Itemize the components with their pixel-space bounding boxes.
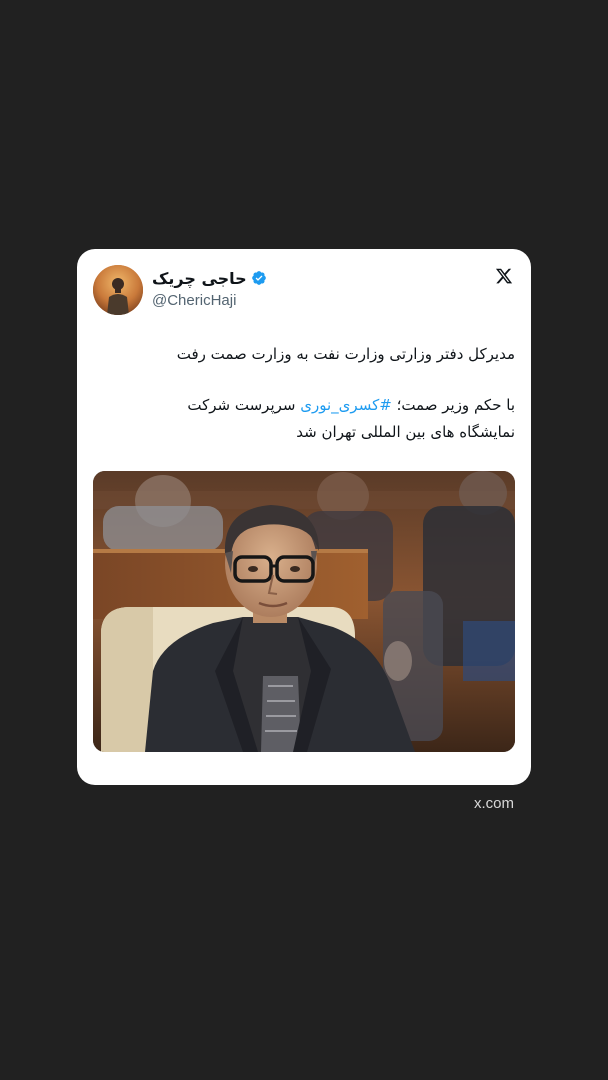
tweet-line-1: مدیرکل دفتر وزارتی وزارت نفت به وزارت صم…: [176, 345, 515, 363]
tweet-line-2-end: سرپرست شرکت: [187, 396, 301, 414]
x-logo-icon[interactable]: [495, 267, 513, 285]
hashtag-link[interactable]: #کسری_نوری: [300, 396, 392, 414]
tweet-line-3: نمایشگاه های بین المللی تهران شد: [296, 423, 515, 441]
tweet-line-2: با حکم وزیر صمت؛ #کسری_نوری سرپرست شرکت: [95, 392, 515, 419]
verified-badge-icon: [251, 270, 267, 286]
tweet-card[interactable]: حاجی چریک @ChericHaji مدیرکل دفتر وزارتی…: [77, 249, 531, 785]
author-handle[interactable]: @ChericHaji: [152, 292, 236, 309]
avatar[interactable]: [93, 265, 143, 315]
source-domain-label[interactable]: x.com: [474, 795, 514, 812]
photo-image: [93, 471, 515, 752]
avatar-image: [93, 265, 143, 315]
author-name-row[interactable]: حاجی چریک: [152, 267, 267, 289]
story-background: حاجی چریک @ChericHaji مدیرکل دفتر وزارتی…: [0, 0, 608, 1080]
author-display-name[interactable]: حاجی چریک: [152, 269, 247, 288]
tweet-photo[interactable]: [93, 471, 515, 752]
tweet-body: مدیرکل دفتر وزارتی وزارت نفت به وزارت صم…: [95, 341, 515, 446]
tweet-line-2-start: با حکم وزیر صمت؛: [391, 396, 515, 414]
